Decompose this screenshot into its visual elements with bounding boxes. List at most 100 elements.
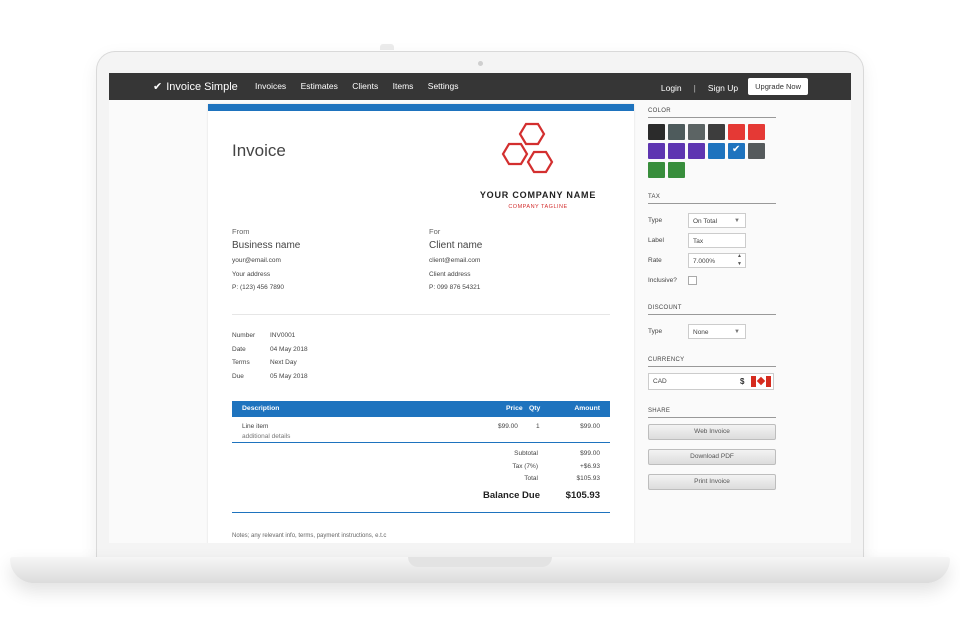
color-swatch[interactable]	[748, 143, 765, 159]
chevron-down-icon: ▼	[734, 328, 740, 335]
laptop-notch	[408, 557, 552, 567]
nav-link-estimates[interactable]: Estimates	[301, 81, 338, 91]
subtotal-label: Subtotal	[514, 450, 538, 457]
spinner-arrows-icon[interactable]: ▲ ▼	[737, 252, 742, 268]
tax-type-select[interactable]: On Total ▼	[688, 212, 746, 228]
client-phone[interactable]: P: 099 876 54321	[429, 281, 482, 295]
number-label: Number	[232, 332, 256, 339]
item-description[interactable]: Line item	[242, 423, 268, 430]
totals-rule	[232, 512, 610, 513]
app-screen: ✔ Invoice Simple Invoices Estimates Clien…	[109, 73, 851, 543]
for-block: For Client name client@email.com Client …	[429, 226, 482, 295]
upgrade-button[interactable]: Upgrade Now	[748, 78, 808, 95]
chevron-down-icon: ▼	[734, 217, 740, 224]
nav-link-clients[interactable]: Clients	[352, 81, 378, 91]
color-swatch[interactable]	[668, 143, 685, 159]
item-details[interactable]: additional details	[242, 433, 290, 440]
currency-select[interactable]: CAD $	[648, 373, 774, 390]
invoice-meta: Number INV0001 Date 04 May 2018 Terms Next …	[232, 329, 308, 384]
tax-rate-stepper[interactable]: 7.000% ▲ ▼	[688, 252, 746, 268]
tax-label: Tax (7%)	[512, 463, 538, 470]
nav-separator: |	[693, 83, 696, 93]
color-swatch[interactable]	[708, 124, 725, 140]
total-value: $105.93	[576, 475, 601, 482]
canada-flag-icon	[751, 376, 771, 387]
color-swatch[interactable]	[668, 162, 685, 178]
item-price[interactable]: $99.00	[498, 423, 518, 430]
color-swatch[interactable]	[648, 124, 665, 140]
color-swatch[interactable]	[668, 124, 685, 140]
signup-link[interactable]: Sign Up	[708, 83, 738, 93]
tax-rate-value: 7.000%	[693, 257, 716, 265]
subtotal-value: $99.00	[580, 450, 600, 457]
from-business-name[interactable]: Business name	[232, 238, 300, 253]
invoice-document: Invoice YOUR COMPANY NAME COMPANY TAGLIN…	[208, 104, 634, 543]
from-address[interactable]: Your address	[232, 268, 300, 282]
tax-section-title: TAX	[648, 194, 776, 204]
client-name[interactable]: Client name	[429, 238, 482, 253]
invoice-terms[interactable]: Next Day	[270, 359, 297, 366]
nav-link-settings[interactable]: Settings	[428, 81, 459, 91]
section-divider	[232, 314, 610, 315]
share-section-title: SHARE	[648, 408, 776, 418]
settings-panel: COLOR ✔ TAX Type On Total ▼ Label Tax Rat…	[648, 108, 776, 499]
color-swatch[interactable]	[688, 124, 705, 140]
item-qty[interactable]: 1	[536, 423, 540, 430]
nav-right: Login | Sign Up Upgrade Now	[661, 78, 808, 95]
color-swatch[interactable]	[728, 124, 745, 140]
invoice-number[interactable]: INV0001	[270, 332, 295, 339]
date-label: Date	[232, 345, 246, 353]
tax-value: +$6.93	[579, 463, 600, 470]
from-phone[interactable]: P: (123) 456 7890	[232, 281, 300, 295]
tax-type-value: On Total	[693, 217, 718, 225]
company-logo-icon[interactable]	[499, 122, 569, 184]
company-tagline[interactable]: COMPANY TAGLINE	[468, 204, 608, 210]
client-email[interactable]: client@email.com	[429, 254, 482, 268]
from-email[interactable]: your@email.com	[232, 254, 300, 268]
company-name[interactable]: YOUR COMPANY NAME	[468, 190, 608, 200]
due-label: Due	[232, 373, 244, 381]
currency-symbol: $	[740, 377, 745, 386]
login-link[interactable]: Login	[661, 83, 682, 93]
brand-name: Invoice Simple	[166, 81, 238, 93]
tax-inclusive-checkbox[interactable]	[688, 275, 697, 285]
client-address[interactable]: Client address	[429, 268, 482, 282]
camera-icon	[478, 61, 483, 66]
tax-label-input[interactable]: Tax	[688, 232, 746, 248]
color-swatch[interactable]	[648, 162, 665, 178]
laptop-lid-tab	[380, 44, 394, 50]
color-swatch[interactable]	[748, 124, 765, 140]
from-block: From Business name your@email.com Your a…	[232, 226, 300, 295]
total-label: Total	[524, 475, 538, 482]
invoice-date[interactable]: 04 May 2018	[270, 346, 308, 353]
checkmark-logo-icon: ✔	[153, 81, 163, 93]
color-swatch[interactable]	[648, 143, 665, 159]
terms-label: Terms	[232, 359, 250, 367]
color-swatches: ✔	[648, 124, 776, 178]
discount-type-value: None	[693, 328, 709, 336]
nav-links: Invoices Estimates Clients Items Setting…	[255, 81, 471, 91]
discount-type-select[interactable]: None ▼	[688, 323, 746, 339]
nav-link-items[interactable]: Items	[393, 81, 414, 91]
color-swatch[interactable]	[708, 143, 725, 159]
brand[interactable]: ✔ Invoice Simple	[153, 80, 238, 93]
tax-inclusive-label: Inclusive?	[648, 276, 677, 284]
print-invoice-button[interactable]: Print Invoice	[648, 474, 776, 490]
color-swatch[interactable]: ✔	[728, 143, 745, 159]
download-pdf-button[interactable]: Download PDF	[648, 449, 776, 465]
col-price: Price	[506, 405, 523, 412]
web-invoice-button[interactable]: Web Invoice	[648, 424, 776, 440]
tax-rate-label: Rate	[648, 256, 662, 264]
color-swatch[interactable]	[688, 143, 705, 159]
items-table-header: Description Price Qty Amount	[232, 401, 610, 417]
nav-link-invoices[interactable]: Invoices	[255, 81, 286, 91]
notes-field[interactable]: Notes; any relevant info, terms, payment…	[232, 533, 386, 539]
discount-section-title: DISCOUNT	[648, 305, 776, 315]
table-rule	[232, 442, 610, 443]
currency-code: CAD	[653, 378, 667, 385]
tax-label-value: Tax	[693, 237, 704, 245]
invoice-title[interactable]: Invoice	[232, 141, 286, 161]
invoice-due[interactable]: 05 May 2018	[270, 373, 308, 380]
check-icon: ✔	[732, 144, 741, 155]
item-amount[interactable]: $99.00	[580, 423, 600, 430]
